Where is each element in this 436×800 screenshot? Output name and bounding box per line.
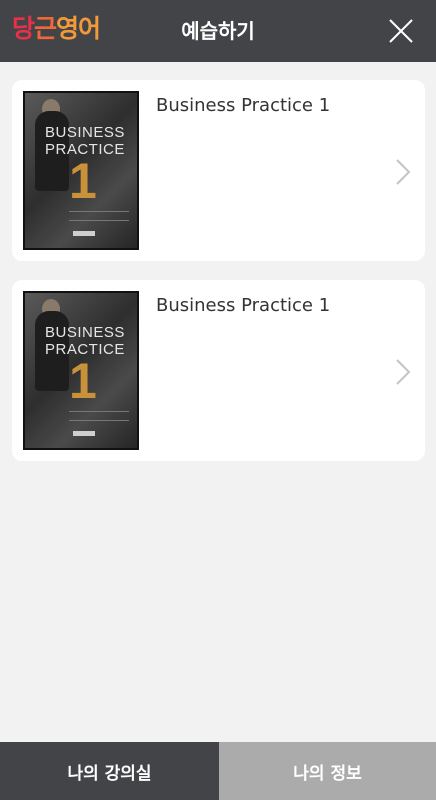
- chevron-right-icon: [396, 359, 411, 385]
- course-title: Business Practice 1: [156, 95, 331, 116]
- cover-number: 1: [69, 153, 97, 209]
- app-header: 당근영어 예습하기: [0, 0, 436, 62]
- course-card[interactable]: BUSINESS PRACTICE 1 Business Practice 1: [12, 280, 425, 461]
- chevron-right-icon: [396, 159, 411, 185]
- course-title: Business Practice 1: [156, 295, 331, 316]
- cover-title-line1: BUSINESS: [45, 324, 125, 341]
- course-list: BUSINESS PRACTICE 1 Business Practice 1 …: [12, 80, 425, 480]
- book-cover-image: BUSINESS PRACTICE 1: [23, 91, 139, 250]
- publisher-logo: [73, 431, 95, 436]
- publisher-logo: [73, 231, 95, 236]
- bottom-tab-bar: 나의 강의실 나의 정보: [0, 742, 436, 800]
- cover-title-line1: BUSINESS: [45, 124, 125, 141]
- tab-my-info[interactable]: 나의 정보: [219, 742, 436, 800]
- cover-number: 1: [69, 353, 97, 409]
- book-cover-image: BUSINESS PRACTICE 1: [23, 291, 139, 450]
- close-button[interactable]: [386, 16, 416, 46]
- page-title: 예습하기: [181, 19, 255, 43]
- close-icon: [389, 19, 413, 43]
- course-card[interactable]: BUSINESS PRACTICE 1 Business Practice 1: [12, 80, 425, 261]
- tab-my-classroom[interactable]: 나의 강의실: [0, 742, 219, 800]
